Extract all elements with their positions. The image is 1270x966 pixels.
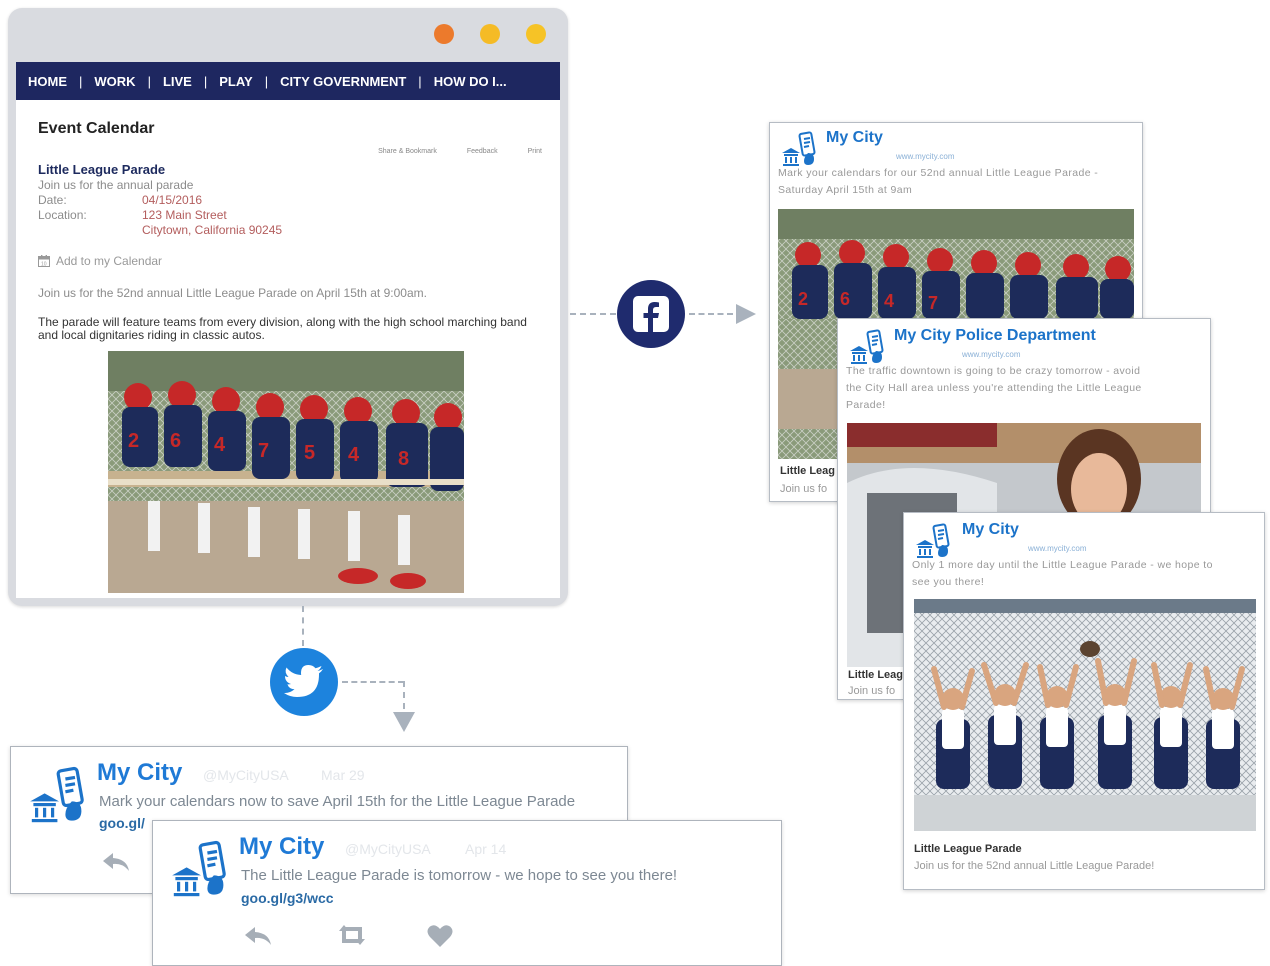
post-photo[interactable] (778, 209, 1134, 319)
tweet-link[interactable]: goo.gl/g3/wcc (241, 890, 334, 906)
post-handle[interactable]: www.mycity.com (962, 350, 1021, 359)
facebook-icon (617, 280, 685, 348)
event-title[interactable]: Little League Parade (38, 162, 165, 177)
calendar-icon: 10 (38, 255, 50, 267)
event-tagline: Join us for the annual parade (38, 178, 194, 192)
post-text: The traffic downtown is going to be craz… (846, 365, 1142, 411)
heart-icon[interactable] (427, 924, 453, 948)
close-window-dot[interactable] (434, 24, 454, 44)
connector-line (570, 313, 616, 315)
event-intro-text: Join us for the 52nd annual Little Leagu… (38, 286, 427, 300)
connector-line (302, 606, 304, 646)
share-bookmark-link[interactable]: Share & Bookmark (378, 148, 437, 155)
post-text: Mark your calendars for our 52nd annual … (778, 167, 1099, 196)
post-handle[interactable]: www.mycity.com (1028, 544, 1087, 553)
nav-divider: | (147, 73, 151, 89)
nav-divider: | (264, 73, 269, 89)
tweet-card[interactable]: My City @MyCityUSA Apr 14 The Little Lea… (152, 820, 782, 966)
post-link-title[interactable]: Little League Parade (914, 843, 1022, 855)
nav-divider: | (418, 73, 422, 89)
post-author[interactable]: My City (826, 129, 883, 147)
post-link-title[interactable]: Little Leag (780, 465, 835, 477)
post-link-description: Join us fo (780, 483, 828, 495)
city-logo-icon (169, 837, 233, 901)
city-logo-icon (848, 327, 888, 367)
print-link[interactable]: Print (528, 148, 542, 155)
reply-icon[interactable] (101, 851, 131, 873)
post-author[interactable]: My City Police Department (894, 327, 1096, 345)
reply-icon[interactable] (243, 925, 273, 947)
connector-line (689, 313, 733, 315)
add-to-calendar-label: Add to my Calendar (56, 254, 163, 268)
tweet-handle[interactable]: @MyCityUSA (203, 767, 289, 783)
arrow-right-icon (736, 304, 756, 324)
nav-home[interactable]: HOME (28, 74, 67, 89)
browser-window: HOME | WORK | LIVE | PLAY | CITY GOVERNM… (8, 8, 568, 606)
post-author[interactable]: My City (962, 521, 1019, 539)
nav-divider: | (203, 73, 208, 89)
nav-city-government[interactable]: CITY GOVERNMENT (280, 74, 406, 89)
event-page: Event Calendar Share & Bookmark Feedback… (16, 100, 560, 598)
post-handle[interactable]: www.mycity.com (896, 152, 955, 161)
location-street[interactable]: 123 Main Street (142, 208, 227, 223)
retweet-icon[interactable] (335, 923, 369, 947)
post-photo-lower (778, 319, 838, 459)
svg-text:10: 10 (41, 262, 47, 268)
share-links: Share & Bookmark Feedback Print (378, 148, 542, 155)
little-league-team-photo (108, 351, 464, 593)
city-logo-icon (27, 763, 91, 827)
minimize-window-dot[interactable] (480, 24, 500, 44)
tweet-text: The Little League Parade is tomorrow - w… (241, 867, 678, 884)
event-location-city-row: Citytown, California 90245 (38, 223, 282, 238)
event-location-row: Location: 123 Main Street (38, 208, 282, 223)
connector-line (342, 681, 404, 683)
facebook-post-card[interactable]: My City www.mycity.com Only 1 more day u… (903, 512, 1265, 890)
maximize-window-dot[interactable] (526, 24, 546, 44)
post-photo[interactable] (914, 599, 1256, 831)
arrow-down-icon (393, 712, 415, 732)
add-to-calendar-link[interactable]: 10 Add to my Calendar (38, 254, 162, 268)
location-label: Location: (38, 208, 87, 222)
nav-live[interactable]: LIVE (163, 74, 192, 89)
city-logo-icon (780, 129, 820, 169)
date-value: 04/15/2016 (142, 193, 203, 207)
nav-divider: | (79, 73, 83, 89)
tweet-author[interactable]: My City (239, 833, 324, 861)
location-city[interactable]: Citytown, California 90245 (142, 223, 282, 238)
tweet-handle[interactable]: @MyCityUSA (345, 841, 431, 857)
post-link-title[interactable]: Little Leag (848, 669, 903, 681)
window-controls (434, 24, 546, 44)
main-navbar: HOME | WORK | LIVE | PLAY | CITY GOVERNM… (16, 62, 560, 100)
connector-line (403, 681, 405, 709)
nav-how-do-i[interactable]: HOW DO I... (434, 74, 507, 89)
event-date-row: Date: 04/15/2016 (38, 193, 282, 208)
date-label: Date: (38, 193, 67, 207)
event-details: Join us for the annual parade Date: 04/1… (38, 178, 282, 238)
city-logo-icon (914, 521, 954, 561)
post-text: Only 1 more day until the Little League … (912, 559, 1213, 588)
twitter-bird-icon (270, 648, 338, 716)
event-description-text: The parade will feature teams from every… (38, 315, 527, 342)
tweet-date[interactable]: Apr 14 (465, 841, 506, 857)
nav-play[interactable]: PLAY (219, 74, 252, 89)
tweet-author[interactable]: My City (97, 759, 182, 787)
page-title: Event Calendar (38, 120, 155, 137)
post-link-description: Join us fo (848, 685, 896, 697)
nav-work[interactable]: WORK (94, 74, 135, 89)
post-link-description: Join us for the 52nd annual Little Leagu… (914, 860, 1155, 872)
tweet-link[interactable]: goo.gl/ (99, 815, 145, 831)
tweet-text: Mark your calendars now to save April 15… (99, 793, 576, 810)
feedback-link[interactable]: Feedback (467, 148, 498, 155)
tweet-date[interactable]: Mar 29 (321, 767, 365, 783)
